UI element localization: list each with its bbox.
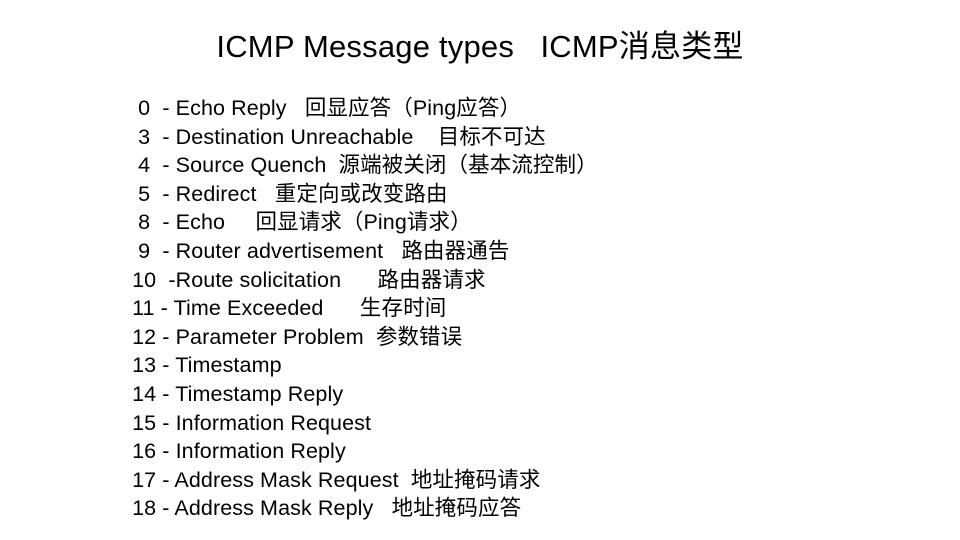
list-item: 3 - Destination Unreachable 目标不可达 <box>126 124 546 149</box>
list-item: 11 - Time Exceeded 生存时间 <box>126 296 447 321</box>
list-item: 12 - Parameter Problem 参数错误 <box>126 324 463 349</box>
icmp-message-type-list: 0 - Echo Reply 回显应答（Ping应答） 3 - Destinat… <box>126 94 926 523</box>
list-item: 18 - Address Mask Reply 地址掩码应答 <box>126 496 522 521</box>
slide-canvas: ICMP Message types ICMP消息类型 0 - Echo Rep… <box>0 0 960 540</box>
list-item: 5 - Redirect 重定向或改变路由 <box>126 181 448 206</box>
list-item: 17 - Address Mask Request 地址掩码请求 <box>126 467 541 492</box>
list-item: 4 - Source Quench 源端被关闭（基本流控制） <box>126 153 598 178</box>
list-item: 0 - Echo Reply 回显应答（Ping应答） <box>126 96 522 120</box>
page-title: ICMP Message types ICMP消息类型 <box>216 29 744 64</box>
list-item: 8 - Echo 回显请求（Ping请求） <box>126 210 472 235</box>
list-item: 15 - Information Request <box>126 410 372 435</box>
list-item: 9 - Router advertisement 路由器通告 <box>126 238 510 263</box>
list-item: 14 - Timestamp Reply <box>126 381 344 406</box>
list-item: 13 - Timestamp <box>126 353 282 378</box>
list-item: 16 - Information Reply <box>126 439 346 464</box>
list-item: 10 -Route solicitation 路由器请求 <box>126 267 486 292</box>
